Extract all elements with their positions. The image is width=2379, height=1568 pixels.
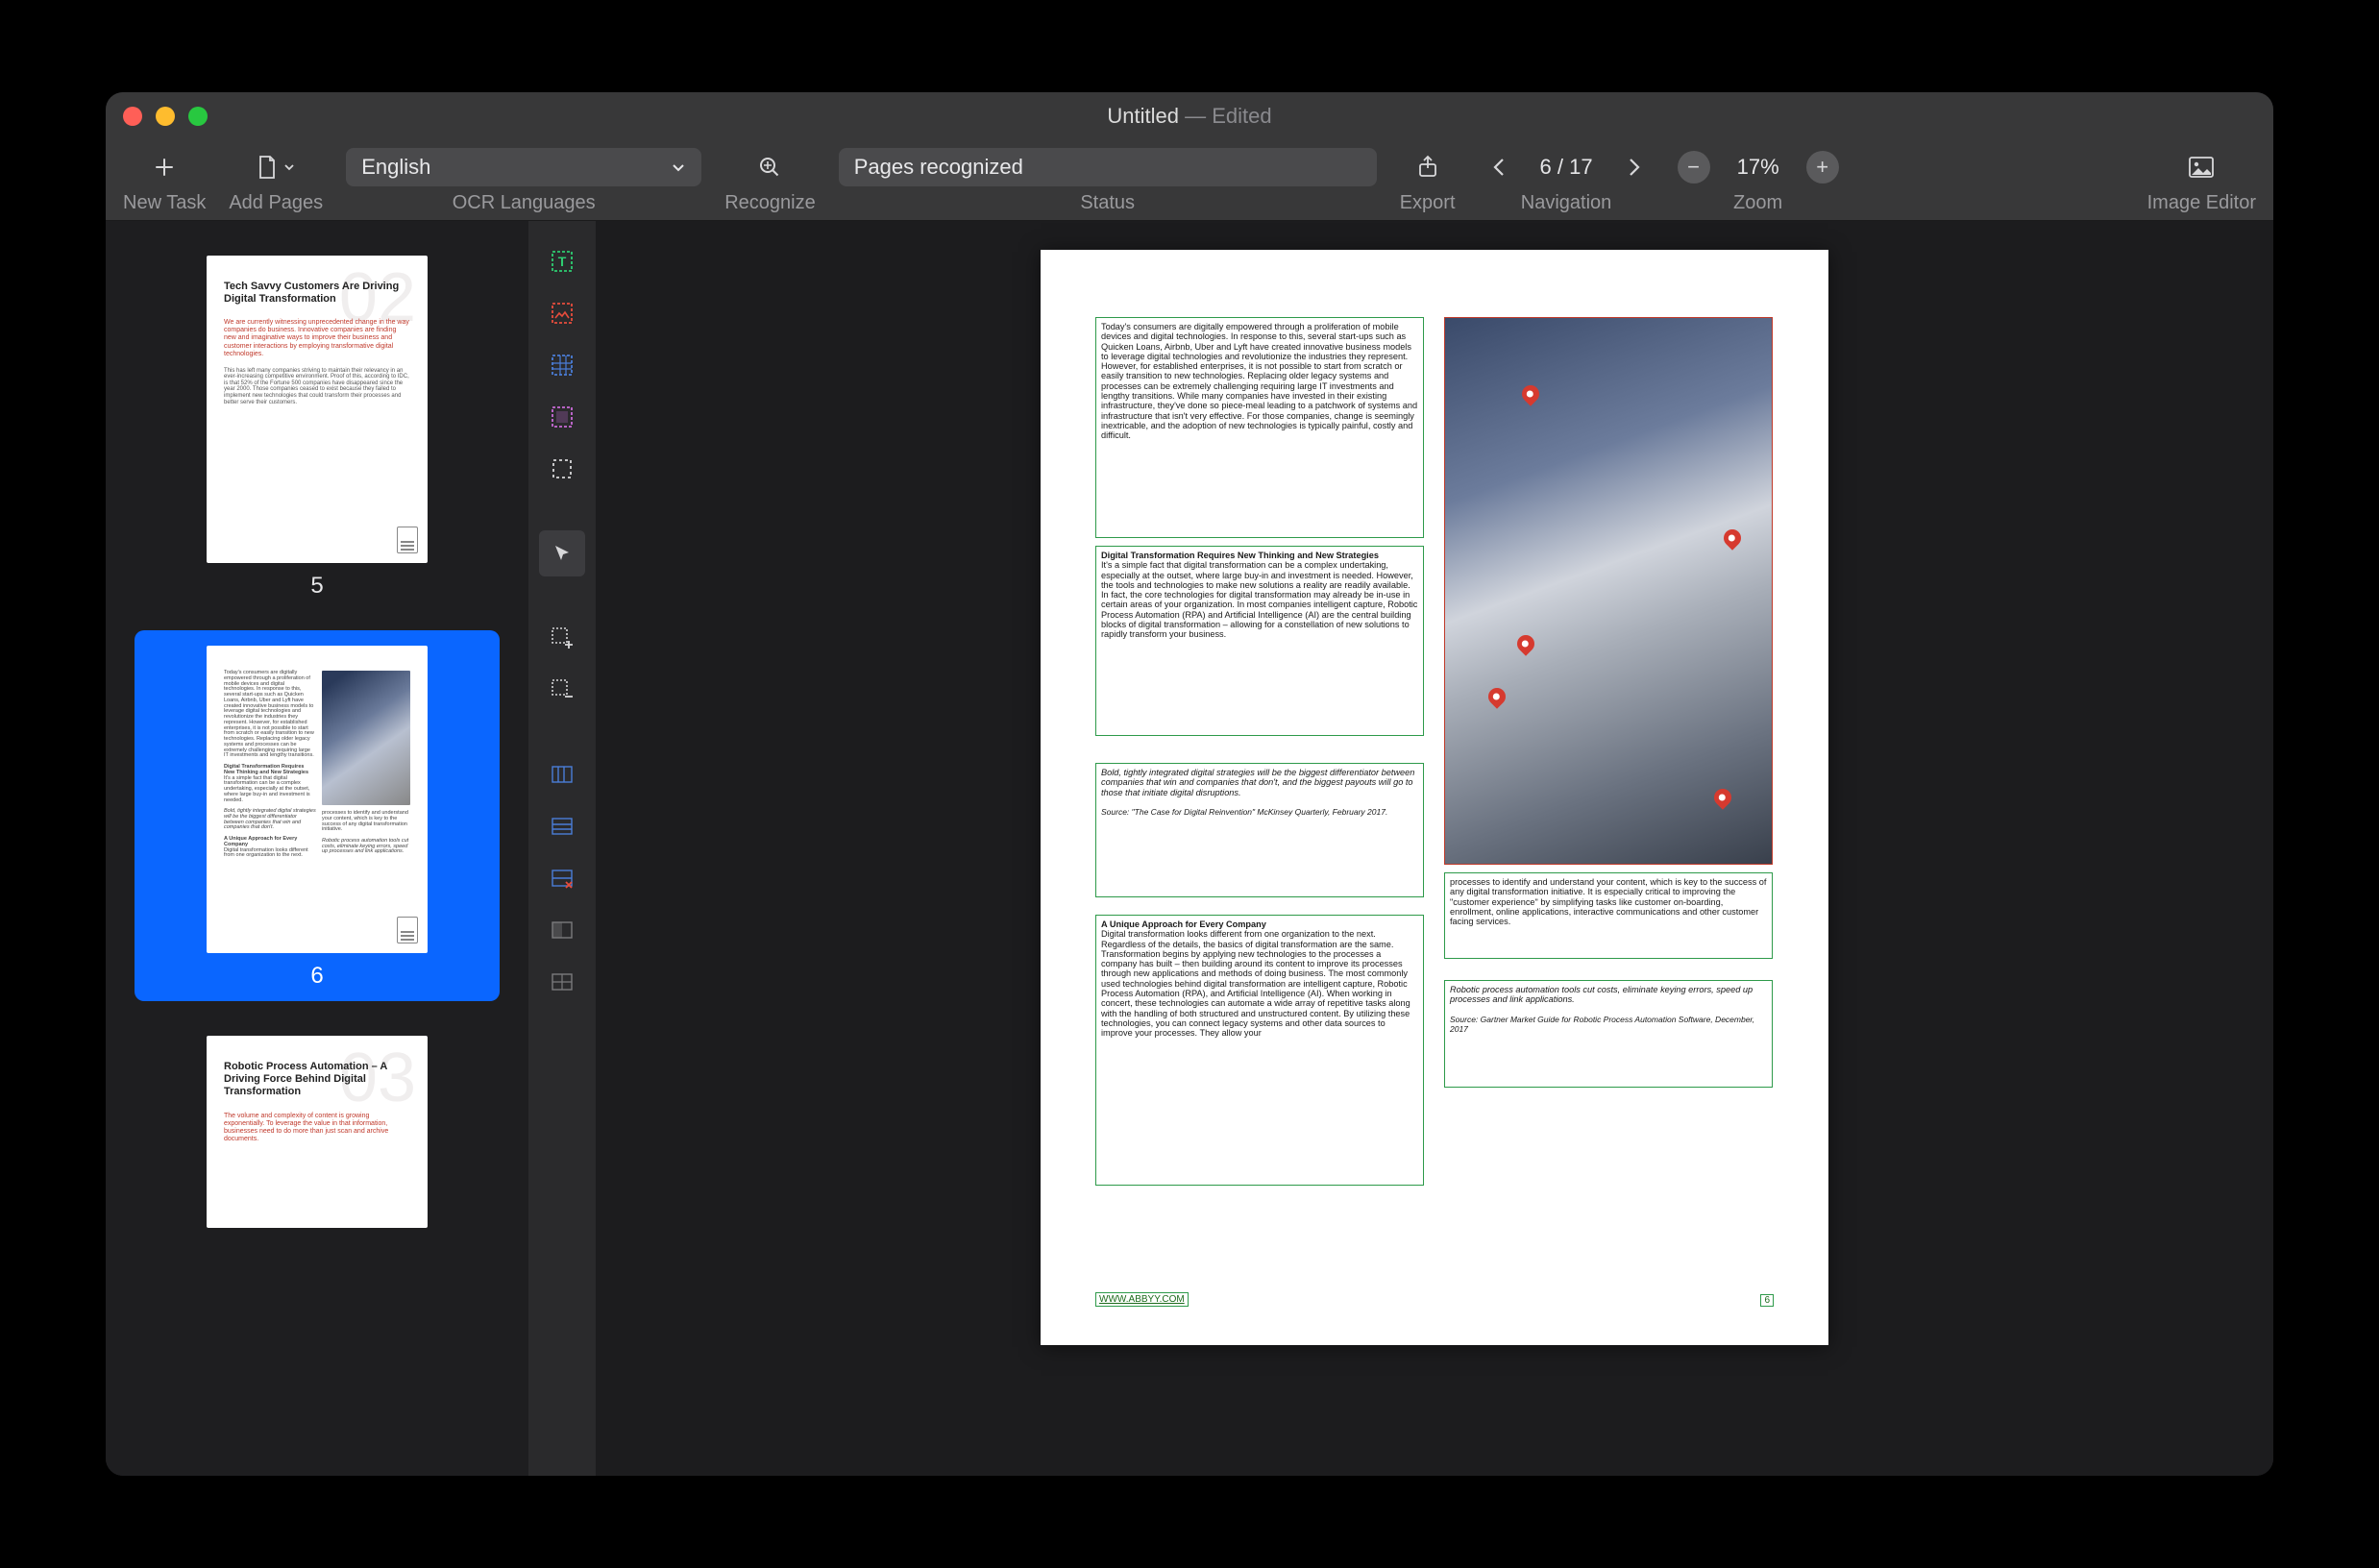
merge-cells-tool[interactable] [539,907,585,953]
chevron-down-icon [283,161,295,173]
recognize-label: Recognize [724,192,816,214]
window-controls [123,107,208,126]
document-page[interactable]: Today's consumers are digitally empowere… [1041,250,1828,1345]
status-label: Status [1080,192,1135,214]
page-indicator[interactable]: 6 / 17 [1531,155,1603,180]
toolbar: New Task Add Pages English OCR Languages [106,140,2273,221]
thumbnails-panel[interactable]: 02 Tech Savvy Customers Are Driving Digi… [106,221,528,1476]
next-page-button[interactable] [1612,148,1655,186]
titlebar: Untitled — Edited [106,92,2273,140]
image-editor-button[interactable] [2180,148,2222,186]
picture-zone[interactable] [1444,317,1773,865]
text-zone[interactable]: Bold, tightly integrated digital strateg… [1095,763,1424,897]
app-window: Untitled — Edited New Task Add Pages [106,92,2273,1476]
export-button[interactable] [1407,148,1449,186]
thumbnail-number: 5 [310,573,323,600]
doc-icon [397,527,418,553]
table-area-tool[interactable] [539,342,585,388]
ocr-languages-label: OCR Languages [453,192,596,214]
doc-icon [397,917,418,943]
delete-separator-tool[interactable] [539,855,585,901]
app-body: 02 Tech Savvy Customers Are Driving Digi… [106,221,2273,1476]
add-horizontal-separator-tool[interactable] [539,803,585,849]
zoom-in-button[interactable]: + [1806,151,1839,184]
ocr-language-select[interactable]: English [346,148,701,186]
add-area-part-tool[interactable] [539,615,585,661]
thumbnail-page-5[interactable]: 02 Tech Savvy Customers Are Driving Digi… [135,240,500,611]
remove-area-part-tool[interactable] [539,667,585,713]
picture-area-tool[interactable] [539,290,585,336]
thumbnail-page-7[interactable]: 03 Robotic Process Automation – A Drivin… [135,1020,500,1239]
image-editor-label: Image Editor [2147,192,2256,214]
thumbnail-number: 6 [310,963,323,990]
text-zone[interactable]: Robotic process automation tools cut cos… [1444,980,1773,1088]
status-bar: Pages recognized [839,148,1377,186]
text-zone[interactable]: Digital Transformation Requires New Thin… [1095,546,1424,736]
text-zone[interactable]: Today's consumers are digitally empowere… [1095,317,1424,538]
svg-text:T: T [558,254,567,269]
new-task-button[interactable] [143,148,185,186]
new-task-label: New Task [123,192,206,214]
text-zone[interactable]: A Unique Approach for Every CompanyDigit… [1095,915,1424,1186]
page-canvas[interactable]: Today's consumers are digitally empowere… [596,221,2273,1476]
window-title: Untitled — Edited [106,104,2273,129]
recognition-area-tool[interactable] [539,446,585,492]
add-pages-label: Add Pages [229,192,323,214]
zoom-out-button[interactable]: − [1678,151,1710,184]
thumbnail-preview: Today's consumers are digitally empowere… [207,646,428,953]
footer-page-number: 6 [1760,1294,1774,1307]
add-vertical-separator-tool[interactable] [539,751,585,797]
text-zone[interactable]: processes to identify and understand you… [1444,872,1773,959]
pointer-tool[interactable] [539,530,585,576]
recognize-button[interactable] [748,148,791,186]
minimize-window-button[interactable] [156,107,175,126]
area-tools-palette: T [528,221,596,1476]
export-label: Export [1400,192,1456,214]
footer-link[interactable]: WWW.ABBYY.COM [1095,1292,1189,1307]
zoom-label: Zoom [1733,192,1782,214]
maximize-window-button[interactable] [188,107,208,126]
background-picture-tool[interactable] [539,394,585,440]
thumbnail-preview: 02 Tech Savvy Customers Are Driving Digi… [207,256,428,563]
split-cells-tool[interactable] [539,959,585,1005]
zoom-level[interactable]: 17% [1720,155,1797,180]
text-area-tool[interactable]: T [539,238,585,284]
thumbnail-preview: 03 Robotic Process Automation – A Drivin… [207,1036,428,1228]
chevron-down-icon [671,159,686,175]
prev-page-button[interactable] [1479,148,1521,186]
add-pages-button[interactable] [255,148,297,186]
navigation-label: Navigation [1521,192,1612,214]
close-window-button[interactable] [123,107,142,126]
thumbnail-page-6[interactable]: Today's consumers are digitally empowere… [135,630,500,1001]
